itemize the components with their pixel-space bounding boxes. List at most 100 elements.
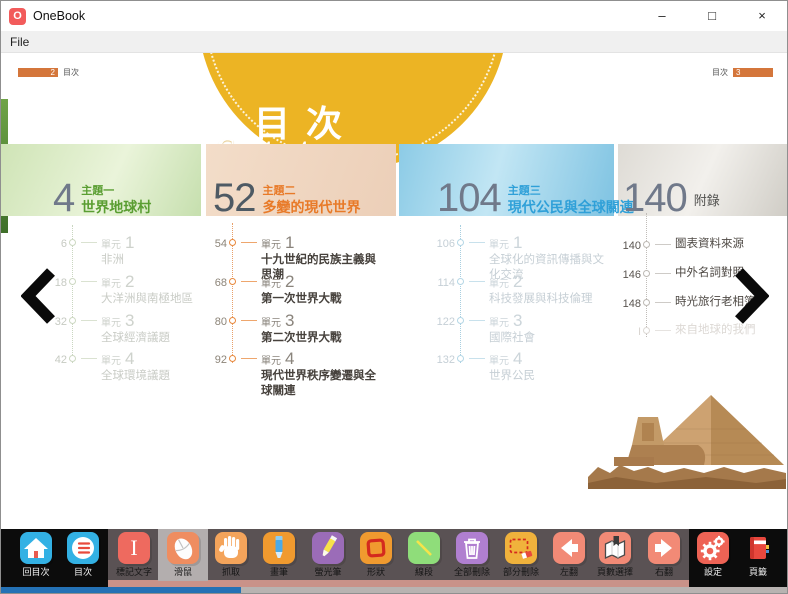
unit-word: 單元: [101, 352, 121, 367]
leader-dash: [241, 320, 257, 321]
unit-number: 1: [285, 235, 294, 251]
highlighter-icon: [312, 532, 344, 564]
leader-dash: [655, 244, 671, 245]
theme3-page-number: 104: [437, 180, 501, 217]
right-page-marker: 目次 3: [712, 67, 773, 78]
leader-dash: [469, 281, 485, 282]
unit-title: 第二次世界大戰: [261, 331, 379, 346]
bullet-circle-icon: [229, 317, 236, 324]
tool-delete-all[interactable]: 全部刪除: [448, 532, 496, 577]
tool-settings[interactable]: 設定: [689, 532, 737, 577]
appendix-item-title: 中外名詞對照: [675, 266, 788, 280]
bullet-circle-icon: [229, 239, 236, 246]
leader-dash: [241, 242, 257, 243]
bullet-circle-icon: [643, 327, 650, 334]
theme3-header[interactable]: 104 主題三 現代公民與全球關連: [437, 180, 634, 217]
toc-item[interactable]: 68 單元2 第一次世界大戰: [199, 276, 389, 314]
bullet-circle-icon: [457, 278, 464, 285]
appendix-header[interactable]: 140 附錄: [623, 180, 720, 217]
tool-bar: 回目次 目次 I 標記文字 滑鼠 抓取: [1, 529, 788, 587]
leader-dash: [241, 281, 257, 282]
close-button[interactable]: ×: [737, 1, 787, 31]
toc-item[interactable]: 80 單元3 第二次世界大戰: [199, 315, 389, 353]
gear-icon: [697, 532, 729, 564]
file-menu[interactable]: File: [1, 31, 38, 53]
line-icon: [408, 532, 440, 564]
unit-number: 4: [285, 351, 294, 367]
toc-item[interactable]: I 來自地球的我們: [613, 325, 788, 363]
item-page: 6: [39, 237, 67, 251]
previous-page-arrow[interactable]: [21, 267, 55, 325]
tool-mark-text[interactable]: I 標記文字: [110, 532, 158, 577]
unit-word: 單元: [261, 352, 281, 367]
item-page: 80: [199, 315, 227, 329]
bullet-circle-icon: [69, 317, 76, 324]
tool-page-picker[interactable]: 頁數選擇: [591, 532, 639, 577]
tool-line[interactable]: 線段: [400, 532, 448, 577]
tool-pen[interactable]: 畫筆: [255, 532, 303, 577]
unit-title: 第一次世界大戰: [261, 292, 379, 307]
theme3-title: 現代公民與全球關連: [508, 199, 634, 217]
item-page: 146: [613, 268, 641, 282]
item-page: 68: [199, 276, 227, 290]
toc-item[interactable]: 92 單元4 現代世界秩序變遷與全球關連: [199, 353, 389, 391]
leader-dash: [469, 358, 485, 359]
item-page: 148: [613, 297, 641, 311]
theme2-header[interactable]: 52 主題二 多變的現代世界: [213, 180, 361, 217]
leader-dash: [81, 320, 97, 321]
bullet-circle-icon: [457, 317, 464, 324]
hand-icon: [215, 532, 247, 564]
bullet-circle-icon: [457, 355, 464, 362]
toc-item[interactable]: 114 單元2 科技發展與科技倫理: [427, 276, 617, 314]
unit-number: 3: [285, 313, 294, 329]
item-page: 122: [427, 315, 455, 329]
item-page: 42: [39, 353, 67, 367]
left-page-marker: 2 目次: [18, 67, 79, 78]
window-controls: – □ ×: [637, 1, 787, 31]
toc-item[interactable]: 132 單元4 世界公民: [427, 353, 617, 391]
tool-shape[interactable]: 形狀: [352, 532, 400, 577]
toc-item[interactable]: 106 單元1 全球化的資訊傳播與文化交流: [427, 237, 617, 275]
tool-page-right[interactable]: 右翻: [640, 532, 688, 577]
theme3-label: 主題三: [508, 185, 634, 199]
tool-home[interactable]: 回目次: [12, 532, 60, 577]
appendix-page-number: 140: [623, 180, 687, 217]
unit-word: 單元: [101, 314, 121, 329]
tool-toc[interactable]: 目次: [59, 532, 107, 577]
tool-mouse[interactable]: 滑鼠: [159, 532, 207, 577]
next-page-arrow[interactable]: [735, 267, 769, 325]
theme2-page-number: 52: [213, 180, 256, 217]
unit-number: 1: [125, 235, 134, 251]
sphinx-pyramid-image: [586, 389, 788, 491]
os-taskbar-left: [1, 587, 241, 593]
unit-number: 4: [125, 351, 134, 367]
theme1-header[interactable]: 4 主題一 世界地球村: [53, 180, 151, 217]
unit-number: 2: [125, 274, 134, 290]
bullet-circle-icon: [69, 239, 76, 246]
unit-number: 4: [513, 351, 522, 367]
onebook-window: O OneBook – □ × File 2 目次 目次 3 目次 Conten…: [0, 0, 788, 594]
unit-word: 單元: [101, 236, 121, 251]
toc-item[interactable]: 122 單元3 國際社會: [427, 315, 617, 353]
tool-delete-partial[interactable]: 部分刪除: [497, 532, 545, 577]
item-page: 140: [613, 239, 641, 253]
maximize-button[interactable]: □: [687, 1, 737, 31]
appendix-title: 附錄: [694, 193, 720, 216]
unit-word: 單元: [489, 352, 509, 367]
toc-item[interactable]: 54 單元1 十九世紀的民族主義與思潮: [199, 237, 389, 275]
item-page: 92: [199, 353, 227, 367]
item-page: I: [613, 325, 641, 339]
bullet-circle-icon: [69, 278, 76, 285]
unit-word: 單元: [489, 275, 509, 290]
book-page: 2 目次 目次 3 目次 Contents 4 主題一 世界地球村 52 主題二: [1, 53, 788, 531]
tool-grab[interactable]: 抓取: [207, 532, 255, 577]
tool-highlighter[interactable]: 螢光筆: [304, 532, 352, 577]
leader-dash: [655, 302, 671, 303]
left-page-label: 目次: [63, 67, 79, 78]
bullet-circle-icon: [643, 270, 650, 277]
tool-bookmark[interactable]: 頁籤: [734, 532, 782, 577]
tool-page-left[interactable]: 左翻: [545, 532, 593, 577]
unit-number: 2: [513, 274, 522, 290]
appendix-item-title: 時光旅行老相簿: [675, 295, 788, 309]
minimize-button[interactable]: –: [637, 1, 687, 31]
